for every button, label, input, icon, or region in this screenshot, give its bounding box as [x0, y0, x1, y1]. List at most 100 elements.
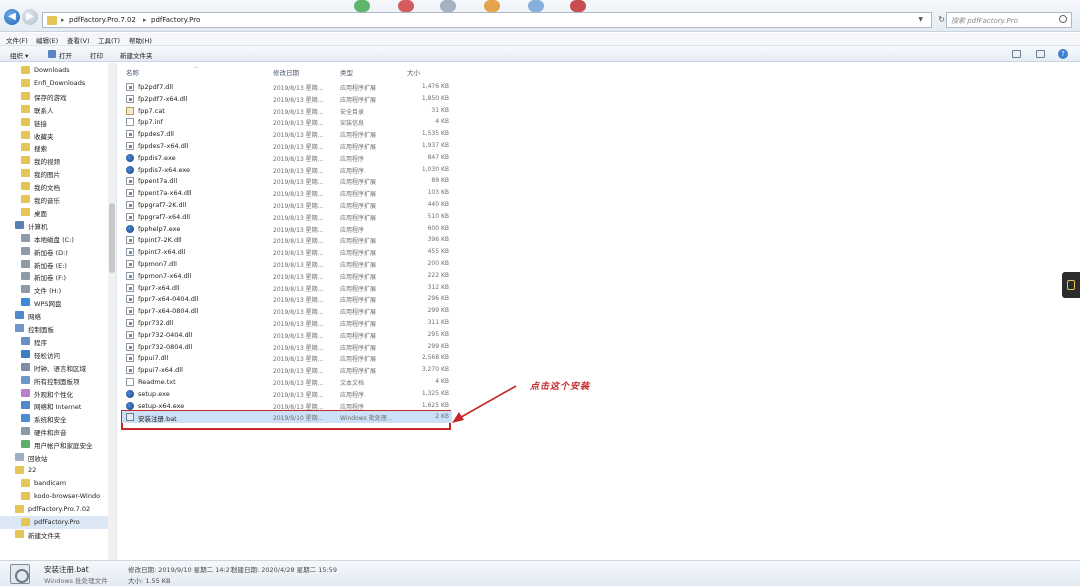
sidebar-item[interactable]: pdfFactory.Pro [0, 515, 108, 529]
breadcrumb-item[interactable]: pdfFactory.Pro [151, 16, 200, 24]
sidebar-item[interactable]: 回收站 [0, 451, 108, 464]
breadcrumb-separator[interactable]: ▸ [143, 16, 147, 24]
sidebar-item[interactable]: 网络 [0, 309, 108, 322]
breadcrumb-separator[interactable]: ▸ [61, 16, 65, 24]
floating-side-tab[interactable] [1062, 272, 1080, 298]
sidebar-item[interactable]: 我的图片 [0, 167, 108, 180]
file-row[interactable]: fppui7.dll 2019/8/13 星期... 应用程序扩展 2,568 KB [122, 352, 452, 364]
sidebar-item[interactable]: 我的视频 [0, 154, 108, 167]
scrollbar-thumb[interactable] [109, 203, 115, 273]
file-row[interactable]: fppent7a.dll 2019/8/13 星期... 应用程序扩展 89 KB [122, 175, 452, 187]
file-row[interactable]: 安装注册.bat 2019/9/10 星期... Windows 批处理... 2 K… [122, 411, 452, 423]
file-row[interactable]: fppmon7-x64.dll 2019/8/13 星期... 应用程序扩展 222 … [122, 270, 452, 282]
column-header-name[interactable]: 名称 [126, 67, 139, 77]
file-row[interactable]: fppdes7-x64.dll 2019/8/13 星期... 应用程序扩展 1,93… [122, 140, 452, 152]
column-header-date[interactable]: 修改日期 [273, 67, 299, 77]
menu-view[interactable]: 查看(V) [67, 35, 90, 45]
sidebar-item[interactable]: 新加卷 (F:) [0, 270, 108, 283]
breadcrumb-item[interactable]: pdfFactory.Pro.7.02 [69, 16, 136, 24]
sidebar-item[interactable]: 所有控制面板项 [0, 374, 108, 387]
file-row[interactable]: fppr7-x64-0804.dll 2019/8/13 星期... 应用程序扩展 2… [122, 305, 452, 317]
menu-edit[interactable]: 编辑(E) [36, 35, 58, 45]
sidebar-item[interactable]: 收藏夹 [0, 129, 108, 142]
file-row[interactable]: fppdis7-x64.exe 2019/8/13 星期... 应用程序 1,030 … [122, 164, 452, 176]
file-row[interactable]: fppgraf7-2K.dll 2019/8/13 星期... 应用程序扩展 440 … [122, 199, 452, 211]
file-row[interactable]: fppint7-2K.dll 2019/8/13 星期... 应用程序扩展 396 K… [122, 234, 452, 246]
file-row[interactable]: fppgraf7-x64.dll 2019/8/13 星期... 应用程序扩展 510… [122, 211, 452, 223]
file-date: 2019/8/13 星期... [273, 238, 324, 246]
sidebar-item[interactable]: Downloads [0, 64, 108, 77]
sidebar-scrollbar[interactable] [108, 63, 116, 560]
refresh-icon[interactable]: ↻ [938, 15, 945, 24]
file-row[interactable]: fppui7-x64.dll 2019/8/13 星期... 应用程序扩展 3,270… [122, 364, 452, 376]
file-row[interactable]: fpp7.cat 2019/8/13 星期... 安全目录 31 KB [122, 105, 452, 117]
preview-pane-icon[interactable] [1036, 50, 1045, 58]
sidebar-item[interactable]: 外观和个性化 [0, 387, 108, 400]
file-row[interactable]: fppint7-x64.dll 2019/8/13 星期... 应用程序扩展 455 … [122, 246, 452, 258]
help-icon[interactable]: ? [1058, 49, 1068, 59]
sidebar-item[interactable]: 硬件和声音 [0, 425, 108, 438]
column-header-size[interactable]: 大小 [407, 67, 420, 77]
new-folder-button[interactable]: 新建文件夹 [120, 50, 153, 60]
dll-file-icon [126, 189, 134, 198]
sidebar-item[interactable]: 22 [0, 464, 108, 477]
file-row[interactable]: setup-x64.exe 2019/8/13 星期... 应用程序 1,625 KB [122, 400, 452, 412]
sidebar-item[interactable]: 程序 [0, 335, 108, 348]
sidebar-item[interactable]: 用户帐户和家庭安全 [0, 438, 108, 451]
sidebar-item[interactable]: 搜索 [0, 141, 108, 154]
sidebar-item[interactable]: 文件 (H:) [0, 283, 108, 296]
sidebar-item[interactable]: 网络和 Internet [0, 399, 108, 412]
sidebar-item[interactable]: Enfi_Downloads [0, 77, 108, 90]
file-row[interactable]: fppr7-x64-0404.dll 2019/8/13 星期... 应用程序扩展 2… [122, 293, 452, 305]
file-row[interactable]: fppr732.dll 2019/8/13 星期... 应用程序扩展 311 KB [122, 317, 452, 329]
search-icon[interactable] [1059, 15, 1067, 23]
file-row[interactable]: fpp7.inf 2019/8/13 星期... 安装信息 4 KB [122, 116, 452, 128]
organize-button[interactable]: 组织 ▾ [10, 50, 28, 60]
sidebar-item[interactable]: 新加卷 (E:) [0, 258, 108, 271]
back-button[interactable]: ◀ [4, 9, 20, 25]
view-options-icon[interactable] [1012, 50, 1021, 58]
sidebar-item[interactable]: kodo-browser-Windo [0, 490, 108, 503]
search-input[interactable]: 搜索 pdfFactory.Pro [946, 12, 1072, 28]
file-row[interactable]: fppent7a-x64.dll 2019/8/13 星期... 应用程序扩展 103… [122, 187, 452, 199]
address-bar[interactable]: ▸ pdfFactory.Pro.7.02 ▸ pdfFactory.Pro ▼… [42, 12, 945, 28]
print-button[interactable]: 打印 [90, 50, 103, 60]
column-header-type[interactable]: 类型 [340, 67, 353, 77]
sidebar-item[interactable]: 新建文件夹 [0, 528, 108, 541]
menu-help[interactable]: 帮助(H) [129, 35, 152, 45]
sidebar-item[interactable]: 控制面板 [0, 322, 108, 335]
sidebar-item[interactable]: 桌面 [0, 206, 108, 219]
sidebar-item[interactable]: 保存的游戏 [0, 90, 108, 103]
forward-button[interactable]: ▶ [22, 9, 38, 25]
menu-tools[interactable]: 工具(T) [98, 35, 120, 45]
file-row[interactable]: fp2pdf7-x64.dll 2019/8/13 星期... 应用程序扩展 1,85… [122, 93, 452, 105]
menu-file[interactable]: 文件(F) [6, 35, 28, 45]
sidebar-item[interactable]: 系统和安全 [0, 412, 108, 425]
blurred-tray-icon [528, 0, 544, 12]
sidebar-item[interactable]: 时钟、语言和区域 [0, 361, 108, 374]
chevron-down-icon[interactable]: ▼ [918, 16, 923, 23]
sidebar-item[interactable]: 计算机 [0, 219, 108, 232]
file-row[interactable]: fppr732-0804.dll 2019/8/13 星期... 应用程序扩展 299… [122, 341, 452, 353]
file-row[interactable]: fppr732-0404.dll 2019/8/13 星期... 应用程序扩展 295… [122, 329, 452, 341]
sidebar-item[interactable]: WPS网盘 [0, 296, 108, 309]
sidebar-item[interactable]: 轻松访问 [0, 348, 108, 361]
file-row[interactable]: fp2pdf7.dll 2019/8/13 星期... 应用程序扩展 1,476 KB [122, 81, 452, 93]
file-row[interactable]: fppdes7.dll 2019/8/13 星期... 应用程序扩展 1,535 KB [122, 128, 452, 140]
sidebar-item[interactable]: 我的文档 [0, 180, 108, 193]
sidebar-item[interactable]: 联系人 [0, 103, 108, 116]
open-button[interactable]: 打开 [59, 50, 72, 60]
sidebar-item[interactable]: 链接 [0, 116, 108, 129]
file-name: fppr732.dll [138, 319, 174, 327]
sidebar-item[interactable]: bandicam [0, 477, 108, 490]
sidebar-item[interactable]: pdfFactory.Pro.7.02 [0, 503, 108, 516]
sidebar-item[interactable]: 新加卷 (D:) [0, 245, 108, 258]
file-row[interactable]: fppr7-x64.dll 2019/8/13 星期... 应用程序扩展 312 KB [122, 282, 452, 294]
file-row[interactable]: fppmon7.dll 2019/8/13 星期... 应用程序扩展 200 KB [122, 258, 452, 270]
file-row[interactable]: Readme.txt 2019/8/13 星期... 文本文档 4 KB [122, 376, 452, 388]
file-row[interactable]: fpphelp7.exe 2019/8/13 星期... 应用程序 600 KB [122, 223, 452, 235]
file-row[interactable]: fppdis7.exe 2019/8/13 星期... 应用程序 847 KB [122, 152, 452, 164]
sidebar-item[interactable]: 本地磁盘 (C:) [0, 232, 108, 245]
sidebar-item[interactable]: 我的音乐 [0, 193, 108, 206]
file-row[interactable]: setup.exe 2019/8/13 星期... 应用程序 1,325 KB [122, 388, 452, 400]
